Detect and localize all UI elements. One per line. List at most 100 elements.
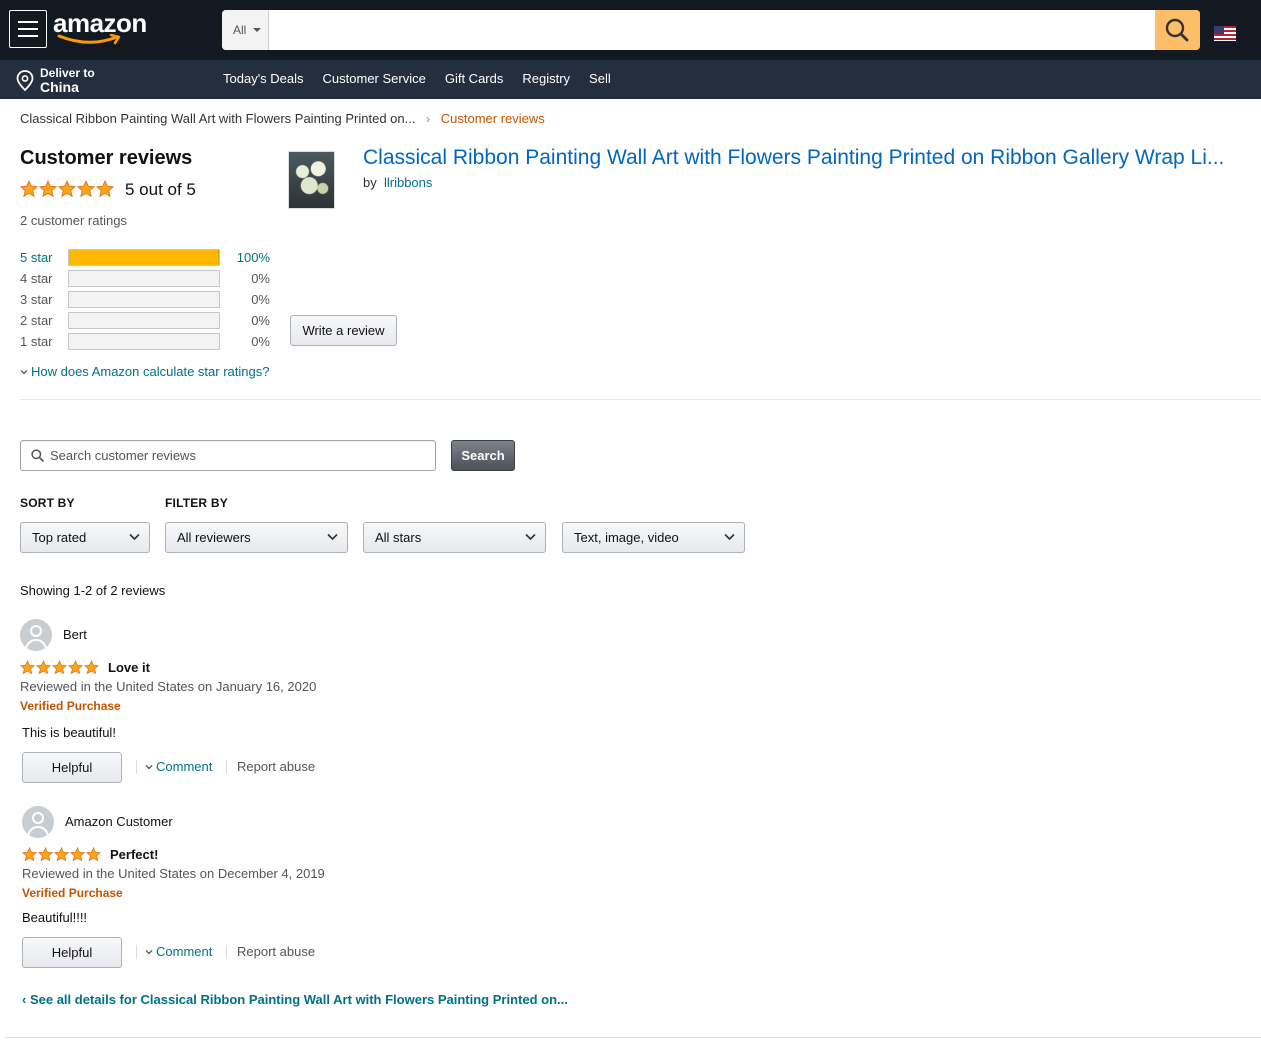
histogram-row-1-star: 1 star 0% xyxy=(20,333,280,351)
reviewer-name[interactable]: Amazon Customer xyxy=(65,814,173,829)
sort-by-label: SORT BY xyxy=(20,496,75,510)
star-icon xyxy=(38,847,53,862)
verified-purchase-badge: Verified Purchase xyxy=(22,886,123,900)
chevron-down-icon xyxy=(20,370,28,375)
star-icon xyxy=(22,847,37,862)
comment-label: Comment xyxy=(156,759,213,774)
bottom-divider xyxy=(5,1037,1261,1038)
helpful-button[interactable]: Helpful xyxy=(22,752,122,783)
chevron-down-icon xyxy=(145,950,153,955)
histogram-percent: 100% xyxy=(236,250,270,265)
search-category-label: All xyxy=(233,23,247,37)
star-icon xyxy=(86,847,101,862)
reviewer-name[interactable]: Bert xyxy=(63,627,87,642)
star-icon xyxy=(68,660,83,675)
star-icon xyxy=(20,660,35,675)
showing-count: Showing 1-2 of 2 reviews xyxy=(20,583,166,598)
hamburger-menu-icon[interactable] xyxy=(9,10,47,48)
product-thumbnail[interactable] xyxy=(288,151,335,209)
brand-link[interactable]: llribbons xyxy=(384,175,432,190)
chevron-down-icon xyxy=(724,533,735,541)
sort-dropdown[interactable]: Top rated xyxy=(20,522,150,553)
nav-link-todays-deals[interactable]: Today's Deals xyxy=(223,60,304,99)
main-search-button[interactable] xyxy=(1155,10,1200,50)
breadcrumb-separator: › xyxy=(426,112,431,126)
format-filter-dropdown[interactable]: Text, image, video xyxy=(562,522,745,553)
review-title[interactable]: Perfect! xyxy=(110,847,158,862)
how-ratings-calculated-link[interactable]: How does Amazon calculate star ratings? xyxy=(20,364,269,379)
main-search-bar: All xyxy=(222,10,1200,50)
by-label: by xyxy=(363,175,377,190)
overall-star-rating xyxy=(20,180,115,201)
us-flag-icon[interactable] xyxy=(1214,26,1236,41)
write-review-button[interactable]: Write a review xyxy=(290,315,397,346)
star-icon xyxy=(84,660,99,675)
histogram-bar xyxy=(68,270,220,287)
star-icon xyxy=(96,180,114,198)
location-pin-icon xyxy=(16,70,34,92)
reviewer-filter-dropdown[interactable]: All reviewers xyxy=(165,522,348,553)
histogram-label: 3 star xyxy=(20,292,53,307)
breadcrumb-current: Customer reviews xyxy=(440,111,545,126)
histogram-label: 4 star xyxy=(20,271,53,286)
comment-link[interactable]: Comment xyxy=(145,759,212,774)
star-icon xyxy=(54,847,69,862)
chevron-down-icon xyxy=(145,765,153,770)
star-filter-dropdown[interactable]: All stars xyxy=(363,522,546,553)
breadcrumb-product-link[interactable]: Classical Ribbon Painting Wall Art with … xyxy=(20,111,415,126)
review-search-button[interactable]: Search xyxy=(451,440,515,471)
comment-label: Comment xyxy=(156,944,213,959)
action-divider xyxy=(226,945,227,959)
search-category-dropdown[interactable]: All xyxy=(222,10,269,50)
review-search-box xyxy=(20,440,436,471)
report-abuse-link[interactable]: Report abuse xyxy=(237,944,315,959)
verified-purchase-badge: Verified Purchase xyxy=(20,699,121,713)
histogram-bar xyxy=(68,312,220,329)
search-icon xyxy=(1165,18,1189,42)
nav-link-gift-cards[interactable]: Gift Cards xyxy=(445,60,504,99)
nav-link-sell[interactable]: Sell xyxy=(589,60,611,99)
deliver-to-label: Deliver to xyxy=(40,66,95,80)
action-divider xyxy=(136,760,137,774)
main-search-input[interactable] xyxy=(270,10,1155,50)
review-body: This is beautiful! xyxy=(22,725,116,740)
review-search-input[interactable] xyxy=(50,441,430,470)
ratings-count: 2 customer ratings xyxy=(20,213,127,228)
star-icon xyxy=(36,660,51,675)
star-icon xyxy=(70,847,85,862)
action-divider xyxy=(136,945,137,959)
star-filter-value: All stars xyxy=(375,530,422,545)
sub-navbar: Deliver to China Today's Deals Customer … xyxy=(0,60,1261,99)
product-byline: by llribbons xyxy=(363,175,432,190)
deliver-to-country: China xyxy=(40,79,79,95)
histogram-row-2-star: 2 star 0% xyxy=(20,312,280,330)
histogram-label: 2 star xyxy=(20,313,53,328)
amazon-logo[interactable]: amazon xyxy=(53,8,158,48)
nav-link-customer-service[interactable]: Customer Service xyxy=(323,60,426,99)
report-abuse-link[interactable]: Report abuse xyxy=(237,759,315,774)
review-title[interactable]: Love it xyxy=(108,660,150,675)
how-link-label: How does Amazon calculate star ratings? xyxy=(31,364,270,379)
reviewer-avatar xyxy=(22,806,54,838)
section-divider xyxy=(20,399,1261,400)
action-divider xyxy=(226,760,227,774)
see-all-label: See all details for Classical Ribbon Pai… xyxy=(29,992,568,1007)
nav-link-registry[interactable]: Registry xyxy=(522,60,570,99)
caret-down-icon xyxy=(253,28,261,32)
helpful-button[interactable]: Helpful xyxy=(22,937,122,968)
reviewer-filter-value: All reviewers xyxy=(177,530,251,545)
histogram-row-5-star[interactable]: 5 star 100% xyxy=(20,249,280,267)
top-navbar: amazon All xyxy=(0,0,1261,60)
format-filter-value: Text, image, video xyxy=(574,530,679,545)
see-all-details-link[interactable]: ‹ See all details for Classical Ribbon P… xyxy=(22,992,568,1007)
review-date: Reviewed in the United States on Decembe… xyxy=(22,866,325,881)
histogram-bar xyxy=(68,249,220,266)
review-body: Beautiful!!!! xyxy=(22,910,88,925)
customer-reviews-heading: Customer reviews xyxy=(20,147,193,169)
review-star-rating xyxy=(22,847,102,865)
comment-link[interactable]: Comment xyxy=(145,944,212,959)
product-title-link[interactable]: Classical Ribbon Painting Wall Art with … xyxy=(363,146,1248,170)
chevron-down-icon xyxy=(525,533,536,541)
histogram-label: 1 star xyxy=(20,334,53,349)
histogram-percent: 0% xyxy=(251,313,270,328)
